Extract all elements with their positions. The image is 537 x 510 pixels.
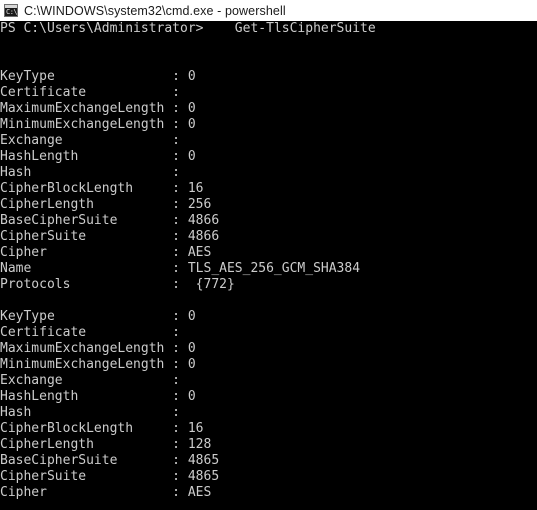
console-property-line: Cipher : AES <box>0 485 212 500</box>
console-property-line: CipherBlockLength : 16 <box>0 421 204 436</box>
console-property-line: MinimumExchangeLength : 0 <box>0 357 196 372</box>
console-prompt-line: PS C:\Users\Administrator> Get-TlsCipher… <box>0 21 376 36</box>
console-window: C:\ C:\WINDOWS\system32\cmd.exe - powers… <box>0 0 537 510</box>
console-property-line: Hash : <box>0 165 188 180</box>
console-property-line: KeyType : 0 <box>0 69 196 84</box>
console-property-line: Name : TLS_AES_256_GCM_SHA384 <box>0 261 361 276</box>
console-property-line: MaximumExchangeLength : 0 <box>0 101 196 116</box>
console-property-line: Protocols : {772} <box>0 277 235 292</box>
console-property-line: CipherBlockLength : 16 <box>0 181 204 196</box>
console-property-line: Certificate : <box>0 325 188 340</box>
console-text-buffer: PS C:\Users\Administrator> Get-TlsCipher… <box>0 21 537 501</box>
console-property-line: Exchange : <box>0 133 188 148</box>
console-property-line: BaseCipherSuite : 4865 <box>0 453 220 468</box>
console-property-line: HashLength : 0 <box>0 389 196 404</box>
console-property-line: MaximumExchangeLength : 0 <box>0 341 196 356</box>
console-property-line: CipherLength : 128 <box>0 437 212 452</box>
console-property-line: CipherSuite : 4865 <box>0 469 220 484</box>
cmd-console-icon: C:\ <box>4 4 18 17</box>
console-property-line: MinimumExchangeLength : 0 <box>0 117 196 132</box>
console-property-line: HashLength : 0 <box>0 149 196 164</box>
console-property-line: Certificate : <box>0 85 188 100</box>
cmd-icon-prompt-glyph: C:\ <box>6 8 18 16</box>
console-output-area[interactable]: PS C:\Users\Administrator> Get-TlsCipher… <box>0 21 537 510</box>
console-property-line: CipherSuite : 4866 <box>0 229 220 244</box>
console-property-line: KeyType : 0 <box>0 309 196 324</box>
console-property-line: CipherLength : 256 <box>0 197 212 212</box>
console-property-line: Hash : <box>0 405 188 420</box>
window-titlebar[interactable]: C:\ C:\WINDOWS\system32\cmd.exe - powers… <box>0 0 537 21</box>
console-property-line: Cipher : AES <box>0 245 212 260</box>
console-property-line: Exchange : <box>0 373 188 388</box>
window-title-text: C:\WINDOWS\system32\cmd.exe - powershell <box>24 3 286 18</box>
console-property-line: BaseCipherSuite : 4866 <box>0 213 220 228</box>
